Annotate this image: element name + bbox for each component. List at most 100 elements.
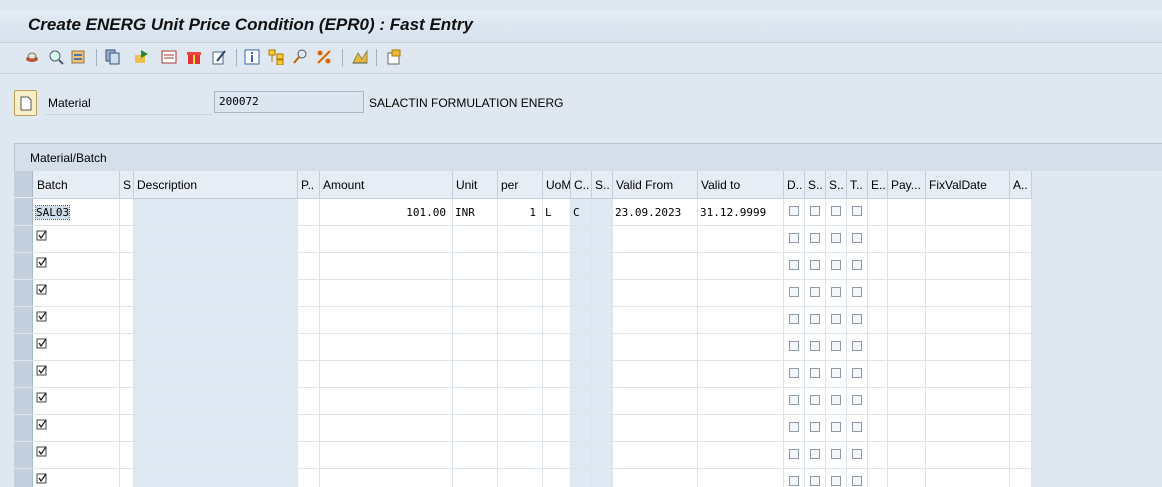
cell-empty[interactable] — [298, 415, 320, 441]
cell-amount[interactable] — [320, 415, 453, 441]
cell-calc[interactable] — [571, 280, 592, 306]
cell-empty[interactable] — [888, 199, 926, 225]
cell-batch[interactable] — [34, 334, 120, 360]
cell-unit[interactable] — [453, 388, 498, 414]
cell-calc[interactable] — [571, 469, 592, 487]
checkbox-cell[interactable] — [805, 280, 826, 306]
checkbox-cell[interactable] — [826, 307, 847, 333]
column-header[interactable]: A.. — [1010, 171, 1032, 198]
cell-valid-to[interactable] — [698, 253, 784, 279]
cell-calc[interactable] — [571, 442, 592, 468]
cell-calc[interactable] — [571, 253, 592, 279]
checkbox-cell[interactable] — [847, 307, 868, 333]
checkbox-cell[interactable] — [784, 334, 805, 360]
cell-empty[interactable] — [926, 388, 1010, 414]
cell-amount[interactable] — [320, 307, 453, 333]
cell-batch[interactable]: SAL03 — [34, 199, 120, 225]
cell-empty[interactable] — [888, 442, 926, 468]
cell-batch[interactable] — [34, 361, 120, 387]
checkbox-cell[interactable] — [847, 280, 868, 306]
cell-unit[interactable] — [453, 415, 498, 441]
cell-empty[interactable] — [298, 442, 320, 468]
checkbox-cell[interactable] — [805, 415, 826, 441]
checkbox-cell[interactable] — [826, 334, 847, 360]
row-checkbox[interactable] — [852, 206, 862, 216]
cell-valid-from[interactable] — [613, 361, 698, 387]
cell-empty[interactable] — [1010, 442, 1032, 468]
cell-per[interactable] — [498, 442, 543, 468]
cell-empty[interactable] — [298, 253, 320, 279]
cell-empty[interactable] — [120, 307, 134, 333]
cell-empty[interactable] — [868, 388, 888, 414]
checkbox-cell[interactable] — [784, 442, 805, 468]
checkbox-cell[interactable] — [847, 253, 868, 279]
tab-material-batch[interactable]: Material/Batch — [14, 143, 1162, 171]
cell-empty[interactable] — [592, 307, 613, 333]
cell-empty[interactable] — [888, 226, 926, 252]
cell-uom[interactable] — [543, 442, 571, 468]
cell-empty[interactable] — [120, 199, 134, 225]
cell-per[interactable] — [498, 226, 543, 252]
row-checkbox[interactable] — [810, 368, 820, 378]
cell-empty[interactable] — [298, 307, 320, 333]
row-checkbox[interactable] — [852, 449, 862, 459]
cell-empty[interactable] — [592, 253, 613, 279]
row-checkbox[interactable] — [852, 368, 862, 378]
cell-empty[interactable] — [592, 388, 613, 414]
row-selector[interactable] — [14, 226, 33, 252]
checkbox-cell[interactable] — [784, 226, 805, 252]
cell-empty[interactable] — [134, 469, 298, 487]
cell-batch[interactable] — [34, 388, 120, 414]
cell-empty[interactable] — [868, 361, 888, 387]
cell-empty[interactable] — [298, 469, 320, 487]
cell-per[interactable]: 1 — [498, 199, 543, 225]
checkbox-cell[interactable] — [826, 361, 847, 387]
cell-valid-to[interactable] — [698, 361, 784, 387]
edit-icon[interactable] — [211, 49, 227, 65]
checkbox-cell[interactable] — [826, 388, 847, 414]
cell-per[interactable] — [498, 280, 543, 306]
cell-empty[interactable] — [1010, 199, 1032, 225]
cell-empty[interactable] — [1010, 415, 1032, 441]
save-local-icon[interactable] — [24, 49, 40, 65]
table-row[interactable]: SAL03 101.00 INR 1 L C 23.09.2023 31.12.9999 — [14, 199, 1032, 226]
column-header[interactable]: per — [498, 171, 543, 198]
move-icon[interactable] — [133, 49, 149, 65]
cell-amount[interactable] — [320, 469, 453, 487]
checkbox-cell[interactable] — [784, 253, 805, 279]
cell-amount[interactable] — [320, 253, 453, 279]
cell-unit[interactable]: INR — [453, 199, 498, 225]
checkbox-cell[interactable] — [847, 415, 868, 441]
checkbox-cell[interactable] — [826, 280, 847, 306]
cell-valid-from[interactable] — [613, 334, 698, 360]
cell-empty[interactable] — [134, 226, 298, 252]
cell-empty[interactable] — [592, 469, 613, 487]
cell-empty[interactable] — [592, 199, 613, 225]
cell-uom[interactable] — [543, 469, 571, 487]
cell-calc[interactable] — [571, 334, 592, 360]
cell-empty[interactable] — [888, 388, 926, 414]
cell-empty[interactable] — [592, 361, 613, 387]
cell-uom[interactable] — [543, 361, 571, 387]
cell-empty[interactable] — [888, 361, 926, 387]
cell-valid-to[interactable] — [698, 334, 784, 360]
cell-empty[interactable] — [592, 334, 613, 360]
cell-valid-to[interactable] — [698, 280, 784, 306]
cell-empty[interactable] — [134, 307, 298, 333]
cell-valid-from[interactable] — [613, 307, 698, 333]
row-checkbox[interactable] — [789, 206, 799, 216]
cell-batch[interactable] — [34, 280, 120, 306]
cell-empty[interactable] — [134, 280, 298, 306]
cell-unit[interactable] — [453, 334, 498, 360]
select-all-button[interactable] — [14, 171, 33, 197]
cell-uom[interactable] — [543, 280, 571, 306]
cell-empty[interactable] — [868, 469, 888, 487]
cell-valid-from[interactable] — [613, 253, 698, 279]
table-row[interactable] — [14, 415, 1032, 442]
details-icon[interactable] — [161, 49, 177, 65]
cell-empty[interactable] — [868, 280, 888, 306]
cell-calc[interactable] — [571, 388, 592, 414]
cell-calc[interactable] — [571, 361, 592, 387]
cell-unit[interactable] — [453, 469, 498, 487]
cell-batch[interactable] — [34, 307, 120, 333]
